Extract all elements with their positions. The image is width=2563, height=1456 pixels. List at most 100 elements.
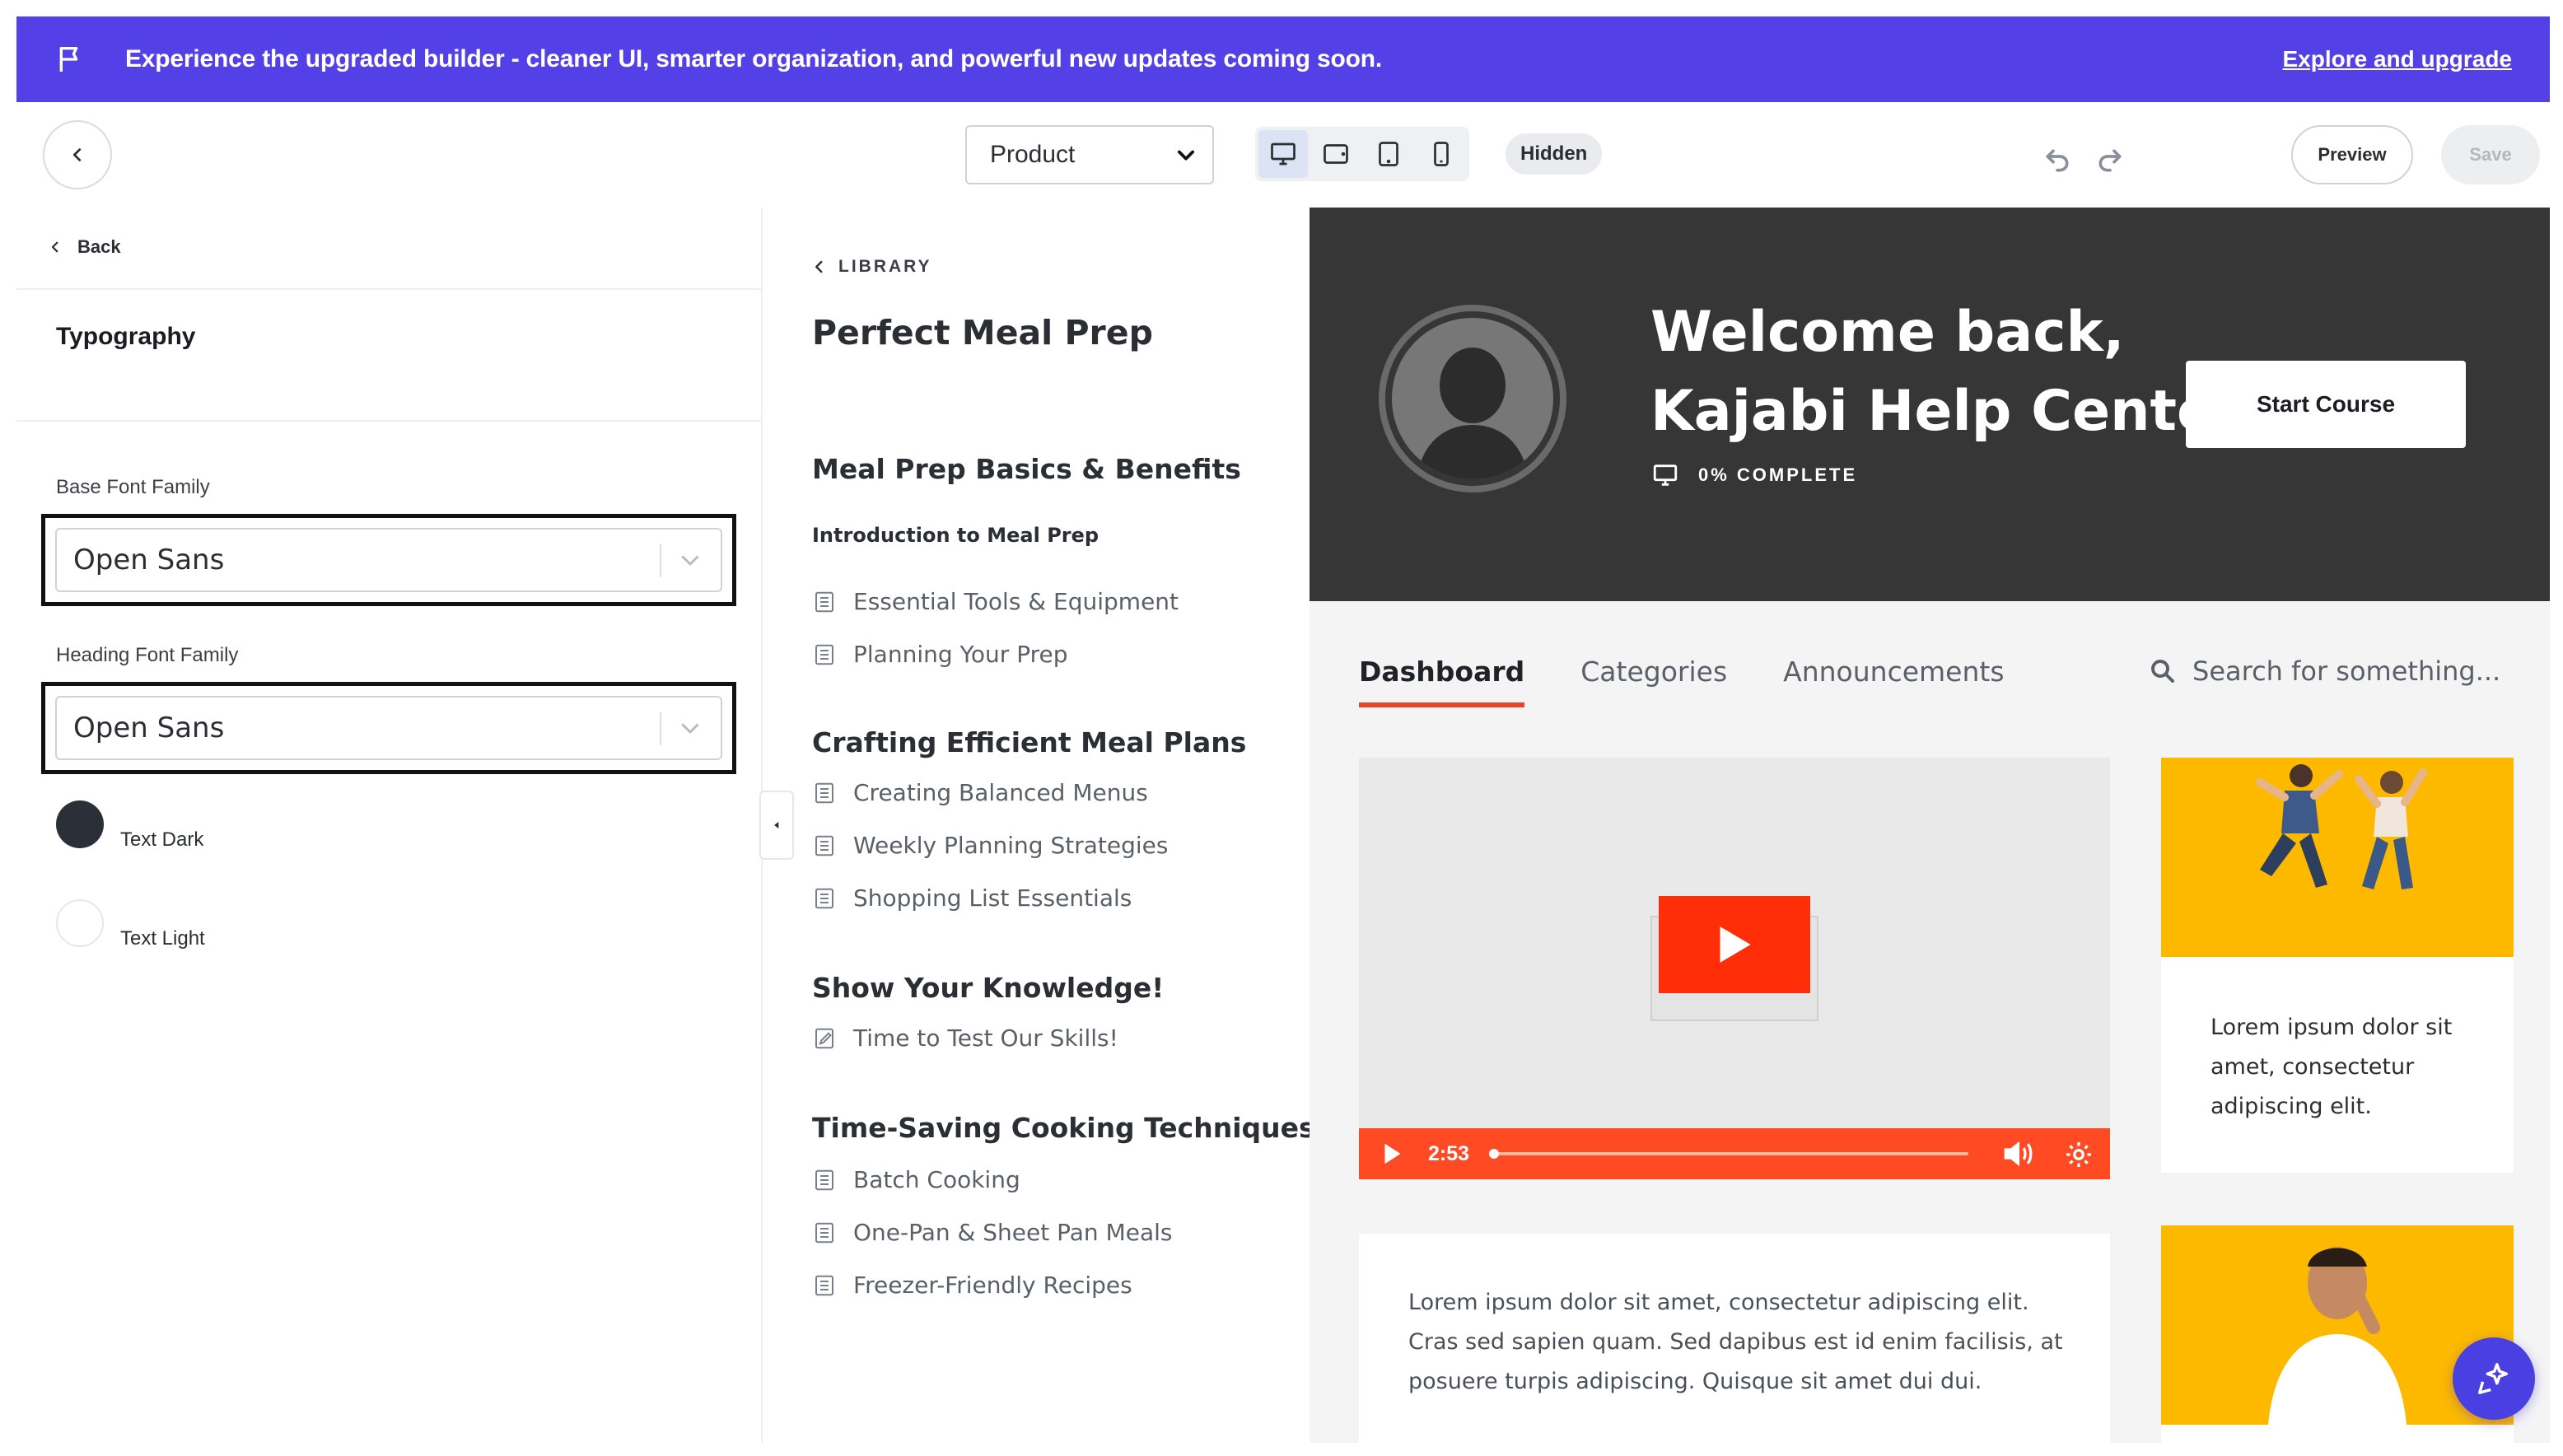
desktop-view-button[interactable] bbox=[1258, 130, 1308, 178]
course-hero: Welcome back, Kajabi Help Center 0% COMP… bbox=[1310, 208, 2550, 601]
editor-toolbar: Product Hidden Preview Save bbox=[16, 102, 2550, 208]
progress-text: 0% COMPLETE bbox=[1698, 464, 1858, 485]
avatar-silhouette bbox=[1392, 318, 1553, 479]
course-outline-panel bbox=[763, 208, 1310, 1443]
tab-announcements[interactable]: Announcements bbox=[1783, 656, 2004, 707]
tab-categories[interactable]: Categories bbox=[1580, 656, 1727, 707]
lesson-label: Time to Test Our Skills! bbox=[853, 1024, 1118, 1052]
settings-back-button[interactable]: Back bbox=[48, 222, 121, 272]
video-time: 2:53 bbox=[1428, 1142, 1470, 1165]
lesson-item[interactable]: Freezer-Friendly Recipes bbox=[812, 1272, 1132, 1299]
lesson-item[interactable]: Shopping List Essentials bbox=[812, 884, 1132, 912]
library-link[interactable]: LIBRARY bbox=[812, 257, 932, 277]
ai-assistant-button[interactable] bbox=[2453, 1337, 2535, 1420]
user-icon bbox=[1417, 348, 1529, 479]
promo-card[interactable]: Lorem ipsum dolor sit amet, consectetur … bbox=[2161, 758, 2514, 1173]
text-dark-label: Text Dark bbox=[120, 828, 204, 851]
lesson-label: Batch Cooking bbox=[853, 1166, 1020, 1193]
module-title[interactable]: Meal Prep Basics & Benefits bbox=[812, 453, 1241, 485]
heading-font-select[interactable]: Open Sans bbox=[55, 696, 722, 760]
tab-dashboard[interactable]: Dashboard bbox=[1359, 656, 1525, 707]
search-icon bbox=[2151, 660, 2174, 683]
tablet-landscape-view-button[interactable] bbox=[1311, 130, 1361, 178]
text-dark-swatch[interactable] bbox=[56, 800, 104, 848]
search-input[interactable]: Search for something... bbox=[2148, 656, 2500, 687]
page-type-select[interactable]: Product bbox=[965, 125, 1214, 184]
chevron-down-icon bbox=[681, 723, 699, 734]
base-font-select[interactable]: Open Sans bbox=[55, 528, 722, 592]
undo-icon[interactable] bbox=[2041, 140, 2074, 173]
sub-module-title[interactable]: Introduction to Meal Prep bbox=[812, 524, 1099, 547]
heading-font-value: Open Sans bbox=[73, 712, 225, 744]
video-play-button[interactable] bbox=[1659, 896, 1810, 993]
lesson-label: Weekly Planning Strategies bbox=[853, 832, 1169, 859]
search-placeholder: Search for something... bbox=[2192, 656, 2501, 687]
lesson-item[interactable]: Time to Test Our Skills! bbox=[812, 1024, 1118, 1052]
tablet-portrait-view-button[interactable] bbox=[1364, 130, 1413, 178]
upgrade-banner: Experience the upgraded builder - cleane… bbox=[16, 16, 2550, 102]
redo-icon[interactable] bbox=[2094, 140, 2126, 173]
lesson-item[interactable]: Essential Tools & Equipment bbox=[812, 588, 1179, 615]
lesson-item[interactable]: Creating Balanced Menus bbox=[812, 779, 1148, 806]
scrubber-handle[interactable] bbox=[1489, 1149, 1499, 1159]
start-course-button[interactable]: Start Course bbox=[2186, 361, 2466, 448]
device-switcher bbox=[1255, 127, 1469, 181]
promo-text: Lorem ipsum dolor sit amet, consectetur … bbox=[2211, 1015, 2453, 1119]
promo-card[interactable] bbox=[2161, 1225, 2514, 1443]
promo-image bbox=[2161, 758, 2514, 957]
module-title[interactable]: Show Your Knowledge! bbox=[812, 972, 1164, 1004]
mobile-view-button[interactable] bbox=[1417, 130, 1466, 178]
base-font-label: Base Font Family bbox=[56, 476, 210, 498]
lesson-item[interactable]: Planning Your Prep bbox=[812, 641, 1067, 668]
module-title[interactable]: Crafting Efficient Meal Plans bbox=[812, 726, 1246, 758]
lesson-label: Planning Your Prep bbox=[853, 641, 1068, 668]
lesson-label: Shopping List Essentials bbox=[853, 884, 1132, 912]
banner-message: Experience the upgraded builder - cleane… bbox=[125, 45, 1382, 72]
module-title[interactable]: Time-Saving Cooking Techniques bbox=[812, 1112, 1315, 1144]
document-icon bbox=[815, 591, 833, 612]
page-preview: Welcome back, Kajabi Help Center 0% COMP… bbox=[1310, 208, 2550, 1443]
video-controls: 2:53 bbox=[1359, 1128, 2110, 1179]
section-title: Typography bbox=[56, 323, 196, 350]
select-separator bbox=[660, 712, 661, 745]
volume-icon[interactable] bbox=[2003, 1140, 2036, 1168]
lesson-item[interactable]: Weekly Planning Strategies bbox=[812, 832, 1168, 859]
explore-upgrade-link[interactable]: Explore and upgrade bbox=[2283, 16, 2513, 102]
video-player[interactable]: 2:53 bbox=[1359, 758, 2110, 1179]
back-label: Back bbox=[77, 236, 121, 257]
save-button[interactable]: Save bbox=[2441, 125, 2540, 184]
document-icon bbox=[815, 1275, 833, 1295]
tablet-landscape-icon bbox=[1324, 144, 1348, 164]
course-title: Perfect Meal Prep bbox=[812, 313, 1153, 352]
text-block: Lorem ipsum dolor sit amet, consectetur … bbox=[1359, 1234, 2110, 1443]
play-icon[interactable] bbox=[1380, 1141, 1405, 1166]
settings-gear-icon[interactable] bbox=[2064, 1140, 2094, 1169]
visibility-badge[interactable]: Hidden bbox=[1506, 133, 1603, 175]
avatar bbox=[1379, 305, 1566, 492]
lesson-label: Essential Tools & Equipment bbox=[853, 588, 1179, 615]
document-icon bbox=[815, 888, 833, 908]
lesson-label: Creating Balanced Menus bbox=[853, 779, 1148, 806]
text-light-swatch[interactable] bbox=[56, 899, 104, 947]
select-separator bbox=[660, 544, 661, 577]
preview-button[interactable]: Preview bbox=[2291, 125, 2413, 184]
exit-editor-button[interactable] bbox=[43, 120, 112, 189]
divider bbox=[16, 420, 761, 422]
monitor-icon bbox=[1653, 464, 1678, 486]
chevron-left-icon bbox=[815, 260, 823, 273]
quiz-icon bbox=[815, 1028, 833, 1048]
body-text: Lorem ipsum dolor sit amet, consectetur … bbox=[1408, 1290, 2063, 1394]
sparkle-icon bbox=[2478, 1363, 2509, 1394]
library-label: LIBRARY bbox=[838, 257, 932, 276]
dashboard-tabs: Dashboard Categories Announcements bbox=[1359, 656, 2005, 707]
lesson-item[interactable]: One-Pan & Sheet Pan Meals bbox=[812, 1219, 1172, 1246]
chevron-left-icon bbox=[72, 148, 82, 161]
settings-panel: Back Typography Base Font Family Open Sa… bbox=[16, 208, 763, 1443]
video-scrubber[interactable] bbox=[1492, 1152, 1968, 1155]
chevron-down-icon bbox=[681, 555, 699, 566]
text-light-label: Text Light bbox=[120, 927, 205, 950]
collapse-panel-button[interactable] bbox=[759, 791, 794, 860]
play-icon bbox=[1720, 926, 1751, 963]
course-progress: 0% COMPLETE bbox=[1650, 461, 1857, 489]
lesson-item[interactable]: Batch Cooking bbox=[812, 1166, 1020, 1193]
